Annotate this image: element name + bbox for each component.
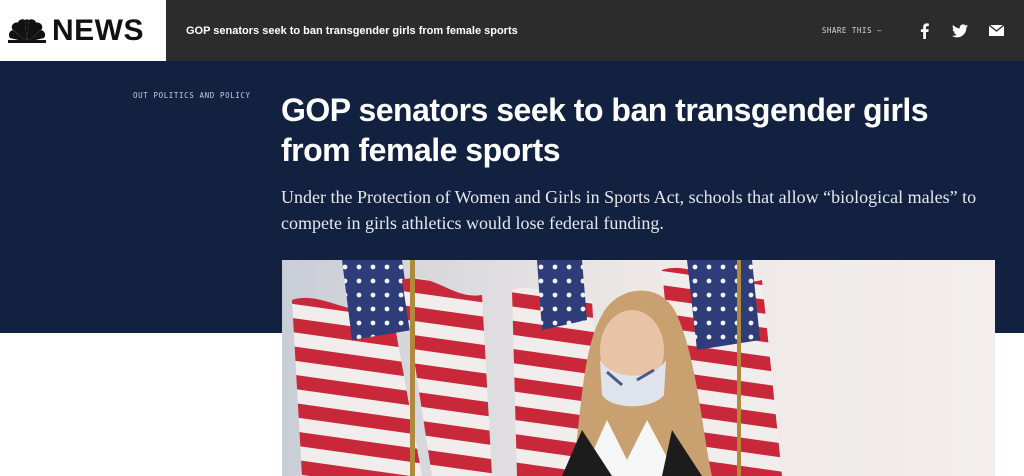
header-article-title: GOP senators seek to ban transgender gir…	[186, 25, 518, 37]
share-label: SHARE THIS —	[821, 26, 882, 35]
share-bar: SHARE THIS —	[822, 0, 1024, 61]
twitter-icon[interactable]	[952, 23, 968, 39]
site-header: NEWS GOP senators seek to ban transgende…	[0, 0, 1024, 61]
section-label[interactable]: OUT POLITICS AND POLICY	[133, 91, 251, 100]
article-dek: Under the Protection of Women and Girls …	[281, 187, 977, 233]
email-icon[interactable]	[988, 23, 1004, 39]
peacock-icon	[8, 18, 46, 43]
article-headline: GOP senators seek to ban transgender gir…	[281, 92, 929, 168]
nbc-news-logo[interactable]: NEWS	[0, 0, 166, 61]
logo-text: NEWS	[52, 13, 144, 47]
facebook-icon[interactable]	[916, 22, 932, 39]
lead-photo-image	[282, 260, 995, 476]
lead-photo	[282, 260, 995, 476]
